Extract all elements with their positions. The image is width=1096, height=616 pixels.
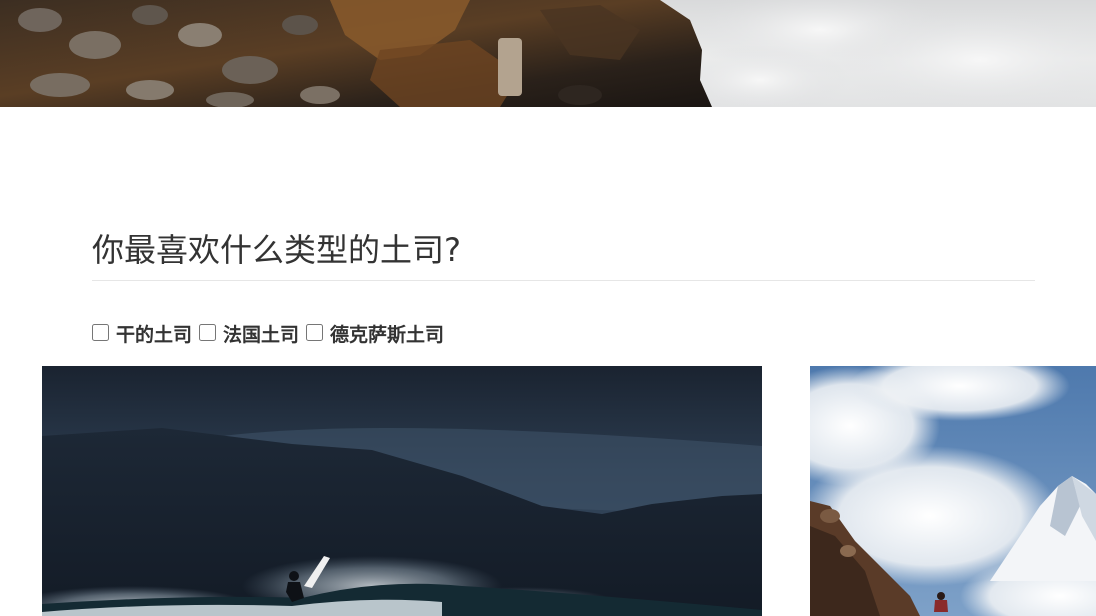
page: 你最喜欢什么类型的土司? 干的土司 法国土司 德克萨斯土司: [0, 0, 1096, 616]
french-toast-label: 法国土司: [223, 324, 300, 346]
toast-options-group: 干的土司 法国土司 德克萨斯土司: [91, 320, 450, 350]
option-french-toast[interactable]: 法国土司: [198, 320, 299, 350]
option-texas-toast[interactable]: 德克萨斯土司: [305, 320, 444, 350]
surfer-image: [42, 366, 762, 616]
dry-toast-label: 干的土司: [116, 324, 193, 346]
option-dry-toast[interactable]: 干的土司: [91, 320, 192, 350]
question-heading: 你最喜欢什么类型的土司?: [92, 231, 461, 269]
heading-divider: [92, 280, 1035, 281]
mountain-hiker-image: [810, 366, 1096, 616]
hero-rock-cloud-image: [0, 0, 1096, 107]
texas-toast-checkbox[interactable]: [306, 323, 324, 341]
french-toast-checkbox[interactable]: [199, 323, 217, 341]
texas-toast-label: 德克萨斯土司: [330, 324, 445, 346]
dry-toast-checkbox[interactable]: [92, 323, 109, 341]
